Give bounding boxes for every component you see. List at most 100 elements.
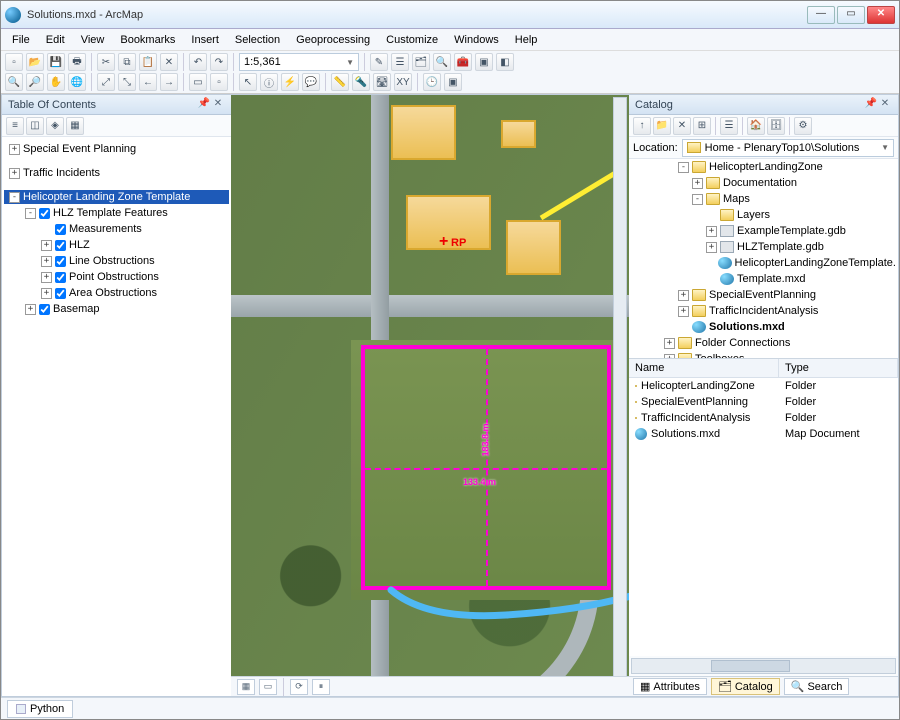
catalog-tree[interactable]: -HelicopterLandingZone+Documentation-Map… <box>629 159 898 359</box>
menu-edit[interactable]: Edit <box>39 32 72 48</box>
full-extent-button[interactable]: 🌐 <box>68 73 86 91</box>
expander-icon[interactable]: + <box>706 226 717 237</box>
menu-geoprocessing[interactable]: Geoprocessing <box>289 32 377 48</box>
toc-item[interactable]: -HLZ Template Features <box>4 206 229 220</box>
catalog-tree-item[interactable]: Template.mxd <box>629 272 898 286</box>
copy-button[interactable]: ⧉ <box>118 53 136 71</box>
connect-folder-button[interactable]: 📁 <box>653 117 671 135</box>
options-button[interactable]: ⚙ <box>794 117 812 135</box>
search-button[interactable]: 🔍 <box>433 53 451 71</box>
expander-icon[interactable]: + <box>664 338 675 349</box>
menu-file[interactable]: File <box>5 32 37 48</box>
catalog-tree-item[interactable]: Solutions.mxd <box>629 320 898 334</box>
layer-checkbox[interactable] <box>55 224 66 235</box>
select-features-button[interactable]: ▭ <box>189 73 207 91</box>
arctoolbox-button[interactable]: 🧰 <box>454 53 472 71</box>
clear-selection-button[interactable]: ▫ <box>210 73 228 91</box>
expander-icon[interactable]: - <box>9 192 20 203</box>
minimize-button[interactable]: — <box>807 6 835 24</box>
catalog-tree-item[interactable]: +SpecialEventPlanning <box>629 288 898 302</box>
catalog-header[interactable]: Catalog 📌 ✕ <box>629 95 898 115</box>
toc-item[interactable]: -Helicopter Landing Zone Template <box>4 190 229 204</box>
select-elements-button[interactable]: ↖ <box>239 73 257 91</box>
close-button[interactable]: ✕ <box>867 6 895 24</box>
catalog-list[interactable]: Name Type HelicopterLandingZoneFolderSpe… <box>629 359 898 656</box>
disconnect-folder-button[interactable]: ✕ <box>673 117 691 135</box>
html-popup-button[interactable]: 💬 <box>302 73 320 91</box>
maximize-button[interactable]: ▭ <box>837 6 865 24</box>
menu-customize[interactable]: Customize <box>379 32 445 48</box>
toc-item[interactable]: +HLZ <box>4 238 229 252</box>
layer-checkbox[interactable] <box>55 256 66 267</box>
toc-button[interactable]: ☰ <box>391 53 409 71</box>
save-button[interactable]: 💾 <box>47 53 65 71</box>
catalog-tree-item[interactable]: Layers <box>629 208 898 222</box>
catalog-tree-item[interactable]: -Maps <box>629 192 898 206</box>
menu-bookmarks[interactable]: Bookmarks <box>113 32 182 48</box>
expander-icon[interactable]: + <box>41 272 52 283</box>
scale-selector[interactable]: 1:5,361 ▼ <box>239 53 359 71</box>
modelbuilder-button[interactable]: ◧ <box>496 53 514 71</box>
expander-icon[interactable]: + <box>41 240 52 251</box>
tab-catalog[interactable]: 🗂Catalog <box>711 678 780 695</box>
time-slider-button[interactable]: 🕒 <box>423 73 441 91</box>
print-button[interactable]: 🖶 <box>68 53 86 71</box>
catalog-close-icon[interactable]: ✕ <box>878 98 892 112</box>
menu-help[interactable]: Help <box>508 32 545 48</box>
list-by-drawing-order-button[interactable]: ≡ <box>6 117 24 135</box>
pause-draw-button[interactable]: ⏸ <box>312 679 330 695</box>
expander-icon[interactable]: + <box>9 144 20 155</box>
layer-checkbox[interactable] <box>55 288 66 299</box>
expander-icon[interactable]: - <box>25 208 36 219</box>
layer-checkbox[interactable] <box>39 304 50 315</box>
go-to-xy-button[interactable]: XY <box>394 73 412 91</box>
list-by-visibility-button[interactable]: ◈ <box>46 117 64 135</box>
expander-icon[interactable]: + <box>41 256 52 267</box>
catalog-tree-item[interactable]: +Toolboxes <box>629 352 898 359</box>
identify-button[interactable]: ⓘ <box>260 73 278 91</box>
view-menu-button[interactable]: ☰ <box>720 117 738 135</box>
toc-item[interactable]: +Basemap <box>4 302 229 316</box>
toggle-contents-button[interactable]: ⊞ <box>693 117 711 135</box>
layer-checkbox[interactable] <box>39 208 50 219</box>
expander-icon[interactable]: + <box>678 306 689 317</box>
catalog-pin-icon[interactable]: 📌 <box>864 98 878 112</box>
default-gdb-button[interactable]: 🗄 <box>767 117 785 135</box>
toc-header[interactable]: Table Of Contents 📌 ✕ <box>2 95 231 115</box>
toc-close-icon[interactable]: ✕ <box>211 98 225 112</box>
delete-button[interactable]: ✕ <box>160 53 178 71</box>
menu-windows[interactable]: Windows <box>447 32 506 48</box>
find-button[interactable]: 🔦 <box>352 73 370 91</box>
new-button[interactable]: ▫ <box>5 53 23 71</box>
map-view[interactable]: 183.8 m 133.4 m RP ▦ ▭ ⟳ ⏸ <box>231 94 629 697</box>
up-button[interactable]: ↑ <box>633 117 651 135</box>
undo-button[interactable]: ↶ <box>189 53 207 71</box>
toc-item[interactable]: Measurements <box>4 222 229 236</box>
python-button[interactable]: ▣ <box>475 53 493 71</box>
list-by-source-button[interactable]: ◫ <box>26 117 44 135</box>
catalog-tree-item[interactable]: +HLZTemplate.gdb <box>629 240 898 254</box>
layer-checkbox[interactable] <box>55 240 66 251</box>
expander-icon[interactable]: + <box>706 242 717 253</box>
catalog-list-row[interactable]: SpecialEventPlanningFolder <box>629 394 898 410</box>
catalog-tree-item[interactable]: +ExampleTemplate.gdb <box>629 224 898 238</box>
python-window-tab[interactable]: Python <box>7 700 73 718</box>
editor-toolbar-button[interactable]: ✎ <box>370 53 388 71</box>
map-vertical-scrollbar[interactable] <box>613 97 627 694</box>
expander-icon[interactable]: + <box>678 290 689 301</box>
toc-tree[interactable]: +Special Event Planning+Traffic Incident… <box>2 137 231 696</box>
tab-search[interactable]: 🔍Search <box>784 678 850 695</box>
cut-button[interactable]: ✂ <box>97 53 115 71</box>
fixed-zoom-out-button[interactable]: ⤡ <box>118 73 136 91</box>
catalog-list-row[interactable]: Solutions.mxdMap Document <box>629 426 898 442</box>
hyperlink-button[interactable]: ⚡ <box>281 73 299 91</box>
menu-view[interactable]: View <box>74 32 112 48</box>
toc-item[interactable]: +Traffic Incidents <box>4 166 229 180</box>
next-extent-button[interactable]: → <box>160 73 178 91</box>
expander-icon[interactable]: + <box>692 178 703 189</box>
paste-button[interactable]: 📋 <box>139 53 157 71</box>
toc-item[interactable]: +Line Obstructions <box>4 254 229 268</box>
expander-icon[interactable]: - <box>678 162 689 173</box>
refresh-button[interactable]: ⟳ <box>290 679 308 695</box>
create-viewer-button[interactable]: ▣ <box>444 73 462 91</box>
